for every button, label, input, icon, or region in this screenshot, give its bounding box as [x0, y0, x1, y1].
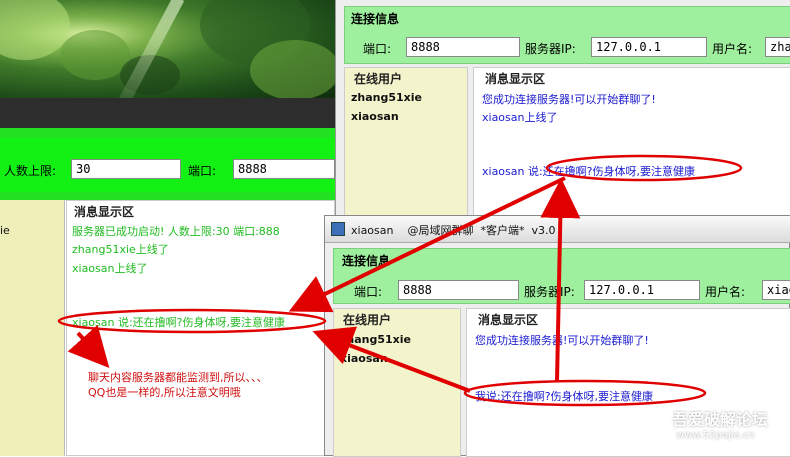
server-user-list[interactable]: ie	[0, 200, 65, 456]
connection-title: 连接信息	[342, 254, 391, 268]
max-users-label: 人数上限:	[4, 164, 57, 178]
server-settings-panel: 人数上限: 30 端口: 8888	[0, 128, 335, 200]
server-port-label: 端口:	[188, 164, 217, 178]
server-banner-image	[0, 0, 335, 98]
server-ip-label: 服务器IP:	[524, 285, 575, 299]
server-message: xiaosan上线了	[72, 262, 148, 275]
chat-message: xiaosan上线了	[482, 111, 558, 124]
online-user-list: 在线用户 zhang51xie xiaosan	[344, 67, 468, 218]
server-message: 服务器已成功启动! 人数上限:30 端口:888	[72, 225, 280, 238]
message-area-title: 消息显示区	[475, 311, 542, 328]
server-message: zhang51xie上线了	[72, 243, 169, 256]
message-display-area: 消息显示区 您成功连接服务器!可以开始群聊了! xiaosan上线了 xiaos…	[473, 67, 790, 218]
server-banner-strip	[0, 98, 335, 128]
username-input[interactable]: zha	[765, 37, 790, 57]
server-ip-input[interactable]: 127.0.0.1	[591, 37, 707, 57]
port-input[interactable]: 8888	[398, 280, 519, 300]
chat-message: xiaosan 说:还在撸啊?伤身体呀,要注意健康	[482, 165, 696, 178]
client-window-zhang: 连接信息 端口: 8888 服务器IP: 127.0.0.1 用户名: zha …	[335, 0, 790, 218]
online-user-item[interactable]: zhang51xie	[340, 333, 411, 346]
server-msg-title: 消息显示区	[71, 203, 138, 220]
server-message: xiaosan 说:还在撸啊?伤身体呀,要注意健康	[72, 316, 286, 329]
port-input[interactable]: 8888	[406, 37, 520, 57]
server-message-area: 消息显示区 服务器已成功启动! 人数上限:30 端口:888 zhang51xi…	[66, 200, 335, 456]
connection-panel: 连接信息 端口: 8888 服务器IP: 127.0.0.1 用户名: xiao…	[333, 248, 790, 304]
max-users-input[interactable]: 30	[71, 159, 181, 179]
chat-message: 您成功连接服务器!可以开始群聊了!	[482, 93, 656, 106]
port-label: 端口:	[354, 285, 383, 299]
username-label: 用户名:	[705, 285, 746, 299]
server-port-input[interactable]: 8888	[233, 159, 335, 179]
window-titlebar[interactable]: xiaosan @局域网群聊 *客户端* v3.0	[325, 216, 790, 243]
annotation-note-line: 聊天内容服务器都能监测到,所以、、、	[88, 371, 268, 384]
online-user-item[interactable]: zhang51xie	[351, 91, 422, 104]
online-user-item[interactable]: xiaosan	[351, 110, 399, 123]
annotation-note-line: QQ也是一样的,所以注意文明哦	[88, 386, 241, 399]
annotation-note: 聊天内容服务器都能监测到,所以、、、 QQ也是一样的,所以注意文明哦	[88, 370, 338, 400]
chat-message: 您成功连接服务器!可以开始群聊了!	[475, 334, 649, 347]
java-app-icon	[331, 222, 345, 236]
online-user-item[interactable]: xiaosan	[340, 352, 388, 365]
server-ip-input[interactable]: 127.0.0.1	[584, 280, 700, 300]
watermark-url: www.52pojie.cn	[676, 430, 755, 441]
watermark-logo: 吾爱破解论坛	[672, 410, 769, 429]
online-user-list: 在线用户 zhang51xie xiaosan	[333, 308, 461, 457]
online-users-title: 在线用户	[340, 311, 395, 328]
server-ip-label: 服务器IP:	[525, 42, 576, 56]
user-list-item[interactable]: ie	[0, 224, 10, 237]
username-input[interactable]: xiaos	[762, 280, 790, 300]
connection-title: 连接信息	[351, 12, 400, 26]
online-users-title: 在线用户	[351, 70, 406, 87]
username-label: 用户名:	[712, 42, 753, 56]
connection-panel: 连接信息 端口: 8888 服务器IP: 127.0.0.1 用户名: zha	[344, 6, 790, 64]
port-label: 端口:	[363, 42, 392, 56]
chat-message: 我说:还在撸啊?伤身体呀,要注意健康	[475, 390, 654, 403]
window-title: xiaosan @局域网群聊 *客户端* v3.0	[351, 224, 556, 237]
message-area-title: 消息显示区	[482, 70, 549, 87]
